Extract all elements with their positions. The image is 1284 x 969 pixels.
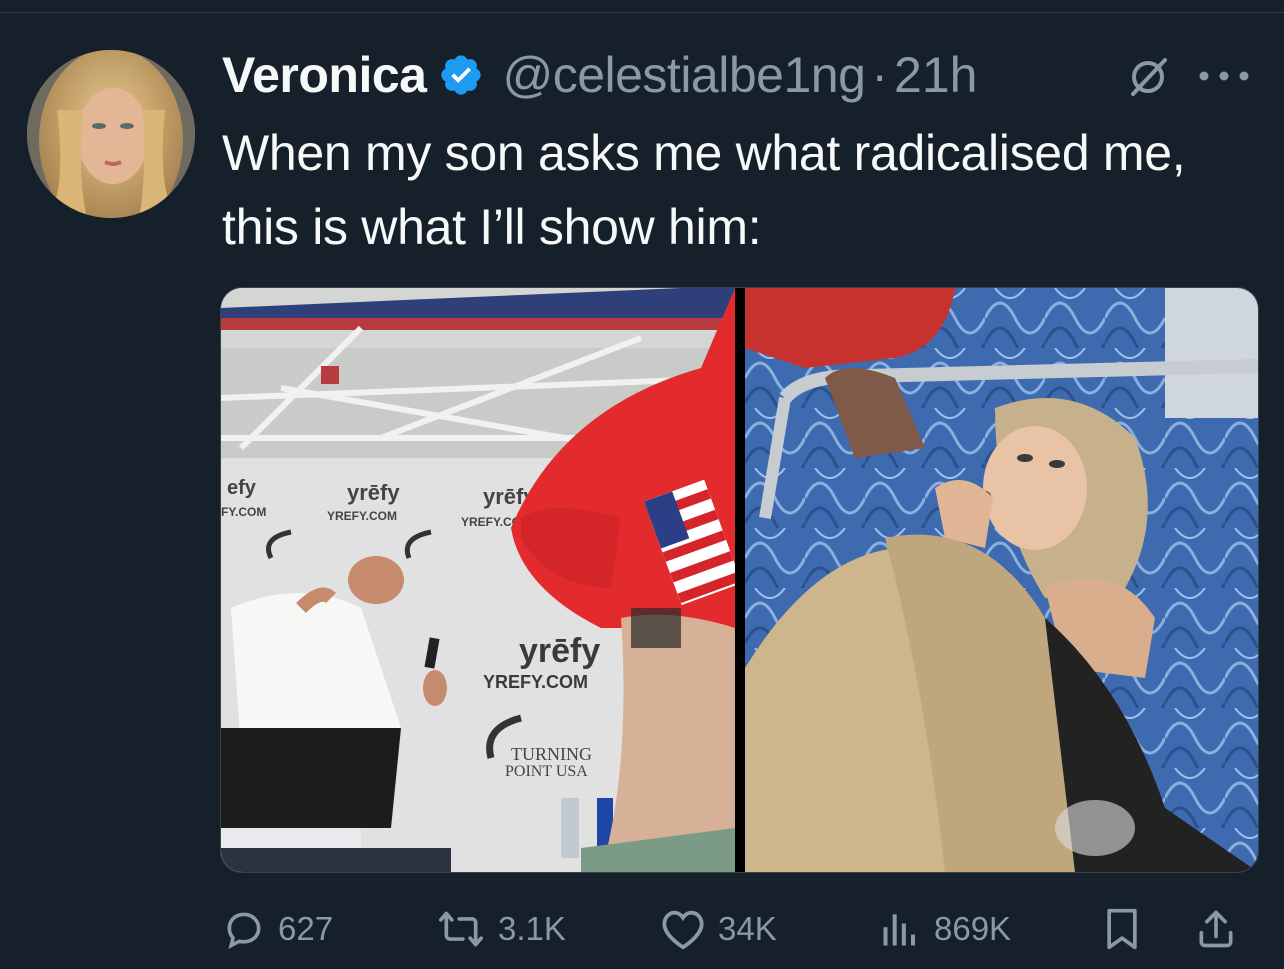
like-count: 34K: [718, 910, 777, 947]
divider: [0, 12, 1284, 13]
tweet-header: Veronica @celestialbe1ng · 21h: [222, 44, 977, 106]
separator-dot: ·: [871, 47, 889, 103]
media-image-left[interactable]: efy FY.COM yrēfy YREFY.COM yrēfy YREFY.C…: [221, 288, 742, 872]
share-button[interactable]: [1194, 900, 1238, 958]
views-button[interactable]: 869K: [878, 900, 1011, 958]
sign-partial-url: FY.COM: [221, 505, 266, 519]
sign-url-3: YREFY.COM: [483, 672, 588, 692]
media-image-right[interactable]: [745, 288, 1258, 872]
more-icon[interactable]: [1196, 66, 1252, 86]
verified-badge-icon: [438, 52, 484, 98]
repost-icon: [436, 907, 486, 951]
share-icon: [1194, 907, 1238, 951]
reply-count: 627: [278, 910, 334, 947]
repost-button[interactable]: 3.1K: [436, 900, 566, 958]
sign-brand-1: yrēfy: [347, 480, 400, 505]
bookmark-icon: [1102, 907, 1142, 951]
views-icon: [878, 907, 922, 951]
reply-button[interactable]: 627: [222, 900, 333, 958]
like-button[interactable]: 34K: [660, 900, 777, 958]
action-bar: 627 3.1K 34K 869K: [222, 900, 1262, 958]
like-icon: [660, 907, 706, 951]
sign-partial-brand: efy: [227, 477, 257, 499]
sign-brand-3: yrēfy: [519, 632, 600, 670]
tweet-time[interactable]: 21h: [894, 46, 977, 104]
tweet-text: When my son asks me what radicalised me,…: [222, 125, 1186, 255]
sign-tpusa-2: POINT USA: [505, 763, 588, 780]
avatar[interactable]: [27, 50, 195, 218]
reply-icon: [222, 907, 266, 951]
sign-tpusa-1: TURNING: [511, 744, 592, 764]
author-handle[interactable]: @celestialbe1ng: [502, 46, 865, 104]
views-count: 869K: [934, 910, 1012, 947]
sign-url-1: YREFY.COM: [327, 509, 397, 523]
repost-count: 3.1K: [498, 910, 566, 947]
author-name[interactable]: Veronica: [222, 46, 427, 104]
bookmark-button[interactable]: [1102, 900, 1142, 958]
tweet-media[interactable]: efy FY.COM yrēfy YREFY.COM yrēfy YREFY.C…: [220, 287, 1259, 873]
grok-icon[interactable]: [1125, 54, 1171, 100]
